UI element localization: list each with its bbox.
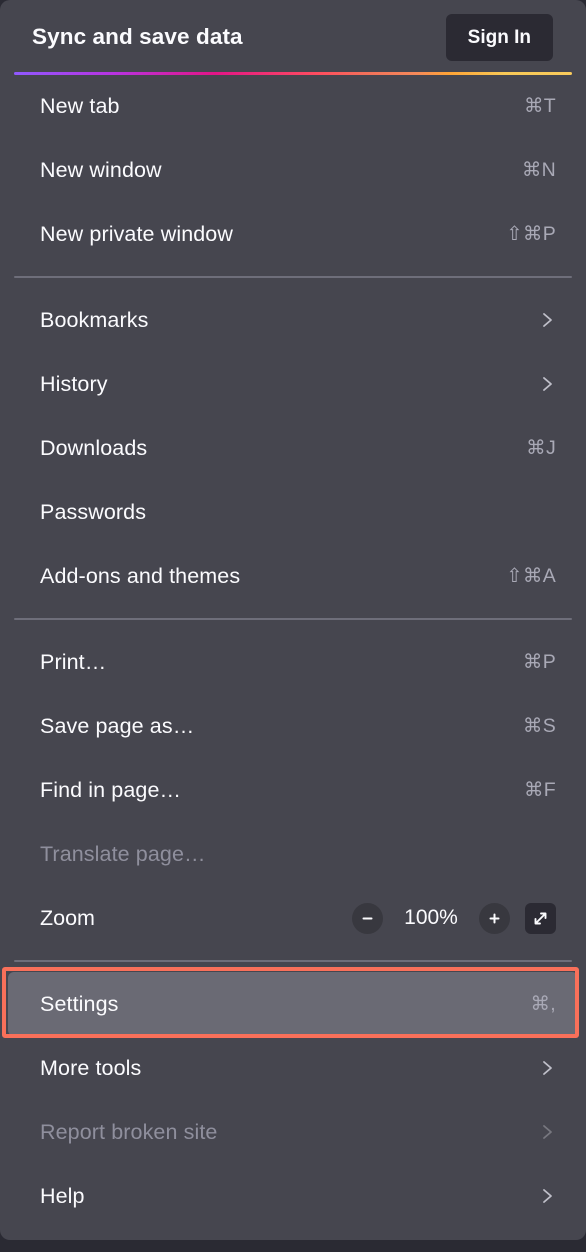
menu-item-help[interactable]: Help — [8, 1164, 578, 1228]
chevron-right-icon — [538, 1059, 556, 1077]
menu-separator — [14, 960, 572, 962]
menu-item-shortcut: ⇧⌘A — [506, 565, 556, 587]
menu-item-label: More tools — [40, 1055, 142, 1080]
panel-title: Sync and save data — [32, 24, 243, 49]
menu-item-history[interactable]: History — [8, 352, 578, 416]
menu-item-settings[interactable]: Settings ⌘, — [8, 972, 578, 1036]
zoom-level-value: 100% — [404, 906, 458, 929]
menu-item-downloads[interactable]: Downloads ⌘J — [8, 416, 578, 480]
menu-group-new: New tab ⌘T New window ⌘N New private win… — [0, 74, 586, 266]
menu-item-more-tools[interactable]: More tools — [8, 1036, 578, 1100]
menu-item-shortcut: ⇧⌘P — [506, 223, 556, 245]
menu-item-shortcut: ⌘S — [522, 715, 556, 737]
menu-item-label: Help — [40, 1183, 85, 1208]
menu-item-shortcut: ⌘F — [523, 779, 556, 801]
menu-item-shortcut: ⌘T — [523, 95, 556, 117]
chevron-right-icon — [538, 1123, 556, 1141]
menu-item-label: Passwords — [40, 499, 147, 524]
menu-item-find-in-page[interactable]: Find in page… ⌘F — [8, 758, 578, 822]
menu-item-label: New private window — [40, 221, 233, 246]
menu-group-settings: Settings ⌘, More tools Report broken sit… — [0, 972, 586, 1228]
chevron-right-icon — [538, 375, 556, 393]
menu-item-label: New tab — [40, 93, 120, 118]
menu-item-label: Report broken site — [40, 1119, 218, 1144]
zoom-controls: 100% — [352, 902, 556, 934]
menu-item-new-private-window[interactable]: New private window ⇧⌘P — [8, 202, 578, 266]
menu-item-bookmarks[interactable]: Bookmarks — [8, 288, 578, 352]
menu-item-label: New window — [40, 157, 162, 182]
menu-item-addons-and-themes[interactable]: Add-ons and themes ⇧⌘A — [8, 544, 578, 608]
menu-item-label: Downloads — [40, 435, 148, 460]
zoom-label: Zoom — [40, 905, 95, 930]
menu-item-new-tab[interactable]: New tab ⌘T — [8, 74, 578, 138]
zoom-row: Zoom 100% — [8, 886, 578, 950]
menu-item-label: Settings — [40, 991, 119, 1016]
menu-item-passwords[interactable]: Passwords — [8, 480, 578, 544]
menu-group-library: Bookmarks History Downloads ⌘J Passwords… — [0, 288, 586, 608]
chevron-right-icon — [538, 311, 556, 329]
menu-item-shortcut: ⌘N — [521, 159, 556, 181]
plus-icon — [487, 911, 502, 926]
menu-item-shortcut: ⌘P — [522, 651, 556, 673]
expand-diagonal-icon — [532, 910, 549, 927]
chevron-right-icon — [538, 1187, 556, 1205]
sign-in-button[interactable]: Sign In — [445, 13, 553, 61]
menu-item-new-window[interactable]: New window ⌘N — [8, 138, 578, 202]
minus-icon — [360, 911, 375, 926]
menu-item-label: Save page as… — [40, 713, 195, 738]
menu-item-report-broken-site: Report broken site — [8, 1100, 578, 1164]
menu-separator — [14, 618, 572, 620]
menu-group-page: Print… ⌘P Save page as… ⌘S Find in page…… — [0, 630, 586, 950]
menu-item-label: Add-ons and themes — [40, 563, 241, 588]
menu-separator — [14, 276, 572, 278]
menu-item-label: History — [40, 371, 108, 396]
menu-item-print[interactable]: Print… ⌘P — [8, 630, 578, 694]
menu-item-shortcut: ⌘J — [526, 437, 556, 459]
menu-item-translate-page: Translate page… — [8, 822, 578, 886]
menu-item-label: Translate page… — [40, 841, 206, 866]
menu-item-save-page-as[interactable]: Save page as… ⌘S — [8, 694, 578, 758]
menu-item-label: Find in page… — [40, 777, 182, 802]
menu-item-label: Print… — [40, 649, 107, 674]
zoom-in-button[interactable] — [479, 902, 510, 934]
fullscreen-button[interactable] — [525, 902, 556, 934]
zoom-out-button[interactable] — [352, 902, 383, 934]
firefox-app-menu-panel: Sync and save data Sign In New tab ⌘T Ne… — [0, 0, 586, 1240]
panel-header: Sync and save data Sign In — [0, 0, 586, 74]
menu-item-label: Bookmarks — [40, 307, 149, 332]
menu-item-shortcut: ⌘, — [530, 993, 556, 1015]
